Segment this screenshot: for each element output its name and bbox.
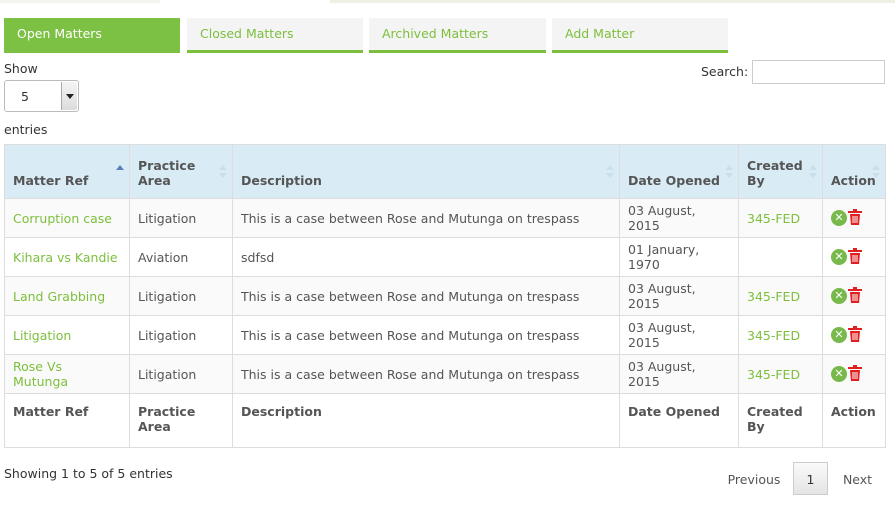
sort-icon xyxy=(809,165,817,179)
created-by-link[interactable]: 345-FED xyxy=(747,328,800,343)
date-opened-cell: 01 January, 1970 xyxy=(619,237,739,277)
practice-area-cell: Litigation xyxy=(129,276,233,316)
sort-icon xyxy=(606,165,614,179)
entries-per-page-select[interactable]: 5 xyxy=(4,80,79,112)
practice-area-cell: Litigation xyxy=(129,198,233,238)
column-header-action[interactable]: Action xyxy=(822,144,886,199)
matter-ref-link[interactable]: Rose Vs Mutunga xyxy=(13,359,68,389)
table-row: Land Grabbing Litigation This is a case … xyxy=(4,276,886,316)
footer-header-created-by: Created By xyxy=(738,393,823,448)
table-header-row: Matter Ref Practice Area Description Dat… xyxy=(4,144,886,199)
description-cell: This is a case between Rose and Mutunga … xyxy=(232,354,620,394)
date-opened-cell: 03 August, 2015 xyxy=(619,276,739,316)
previous-page-button[interactable]: Previous xyxy=(715,472,793,487)
close-circle-icon[interactable]: ✕ xyxy=(831,327,847,343)
matter-ref-link[interactable]: Land Grabbing xyxy=(13,289,105,304)
footer-header-date-opened: Date Opened xyxy=(619,393,739,448)
created-by-link[interactable]: 345-FED xyxy=(747,289,800,304)
search-input[interactable] xyxy=(752,60,885,84)
chevron-down-icon[interactable] xyxy=(61,82,77,110)
trash-icon[interactable] xyxy=(848,286,862,306)
practice-area-cell: Aviation xyxy=(129,237,233,277)
show-label: Show xyxy=(4,61,38,76)
footer-header-description: Description xyxy=(232,393,620,448)
column-header-description[interactable]: Description xyxy=(232,144,620,199)
action-cell: ✕ xyxy=(822,354,886,394)
entries-label: entries xyxy=(4,122,48,137)
description-cell: This is a case between Rose and Mutunga … xyxy=(232,198,620,238)
column-header-practice-area[interactable]: Practice Area xyxy=(129,144,233,199)
column-header-created-by[interactable]: Created By xyxy=(738,144,823,199)
practice-area-cell: Litigation xyxy=(129,354,233,394)
close-circle-icon[interactable]: ✕ xyxy=(831,288,847,304)
top-accent-line xyxy=(0,0,895,4)
trash-icon[interactable] xyxy=(848,208,862,228)
sort-icon xyxy=(725,165,733,179)
matters-table: Matter Ref Practice Area Description Dat… xyxy=(4,144,886,448)
entries-per-page-value: 5 xyxy=(21,89,29,104)
close-circle-icon[interactable]: ✕ xyxy=(831,249,847,265)
sort-icon xyxy=(219,165,227,179)
created-by-link[interactable]: 345-FED xyxy=(747,211,800,226)
description-cell: This is a case between Rose and Mutunga … xyxy=(232,276,620,316)
table-row: Corruption case Litigation This is a cas… xyxy=(4,198,886,238)
matter-ref-link[interactable]: Corruption case xyxy=(13,211,112,226)
tab-closed-matters[interactable]: Closed Matters xyxy=(187,18,363,53)
action-cell: ✕ xyxy=(822,315,886,355)
practice-area-cell: Litigation xyxy=(129,315,233,355)
action-cell: ✕ xyxy=(822,276,886,316)
next-page-button[interactable]: Next xyxy=(835,472,880,487)
sort-ascending-icon xyxy=(116,165,124,179)
trash-icon[interactable] xyxy=(848,325,862,345)
tab-archived-matters[interactable]: Archived Matters xyxy=(369,18,546,53)
description-cell: sdfsd xyxy=(232,237,620,277)
footer-header-practice-area: Practice Area xyxy=(129,393,233,448)
trash-icon[interactable] xyxy=(848,364,862,384)
description-cell: This is a case between Rose and Mutunga … xyxy=(232,315,620,355)
page-1-button[interactable]: 1 xyxy=(793,462,828,495)
date-opened-cell: 03 August, 2015 xyxy=(619,198,739,238)
search-label: Search: xyxy=(701,64,749,79)
footer-header-matter-ref: Matter Ref xyxy=(4,393,130,448)
table-info: Showing 1 to 5 of 5 entries xyxy=(4,466,173,481)
action-cell: ✕ xyxy=(822,198,886,238)
footer-header-action: Action xyxy=(822,393,886,448)
created-by-link[interactable]: 345-FED xyxy=(747,367,800,382)
column-header-matter-ref[interactable]: Matter Ref xyxy=(4,144,130,199)
trash-icon[interactable] xyxy=(848,247,862,267)
table-row: Rose Vs Mutunga Litigation This is a cas… xyxy=(4,354,886,394)
action-cell: ✕ xyxy=(822,237,886,277)
date-opened-cell: 03 August, 2015 xyxy=(619,354,739,394)
close-circle-icon[interactable]: ✕ xyxy=(831,366,847,382)
tab-open-matters[interactable]: Open Matters xyxy=(4,18,180,53)
matter-ref-link[interactable]: Kihara vs Kandie xyxy=(13,250,118,265)
column-header-date-opened[interactable]: Date Opened xyxy=(619,144,739,199)
table-footer-row: Matter Ref Practice Area Description Dat… xyxy=(4,393,886,448)
table-row: Litigation Litigation This is a case bet… xyxy=(4,315,886,355)
matter-ref-link[interactable]: Litigation xyxy=(13,328,71,343)
table-row: Kihara vs Kandie Aviation sdfsd 01 Janua… xyxy=(4,237,886,277)
date-opened-cell: 03 August, 2015 xyxy=(619,315,739,355)
sort-icon xyxy=(872,165,880,179)
tab-add-matter[interactable]: Add Matter xyxy=(552,18,728,53)
close-circle-icon[interactable]: ✕ xyxy=(831,210,847,226)
